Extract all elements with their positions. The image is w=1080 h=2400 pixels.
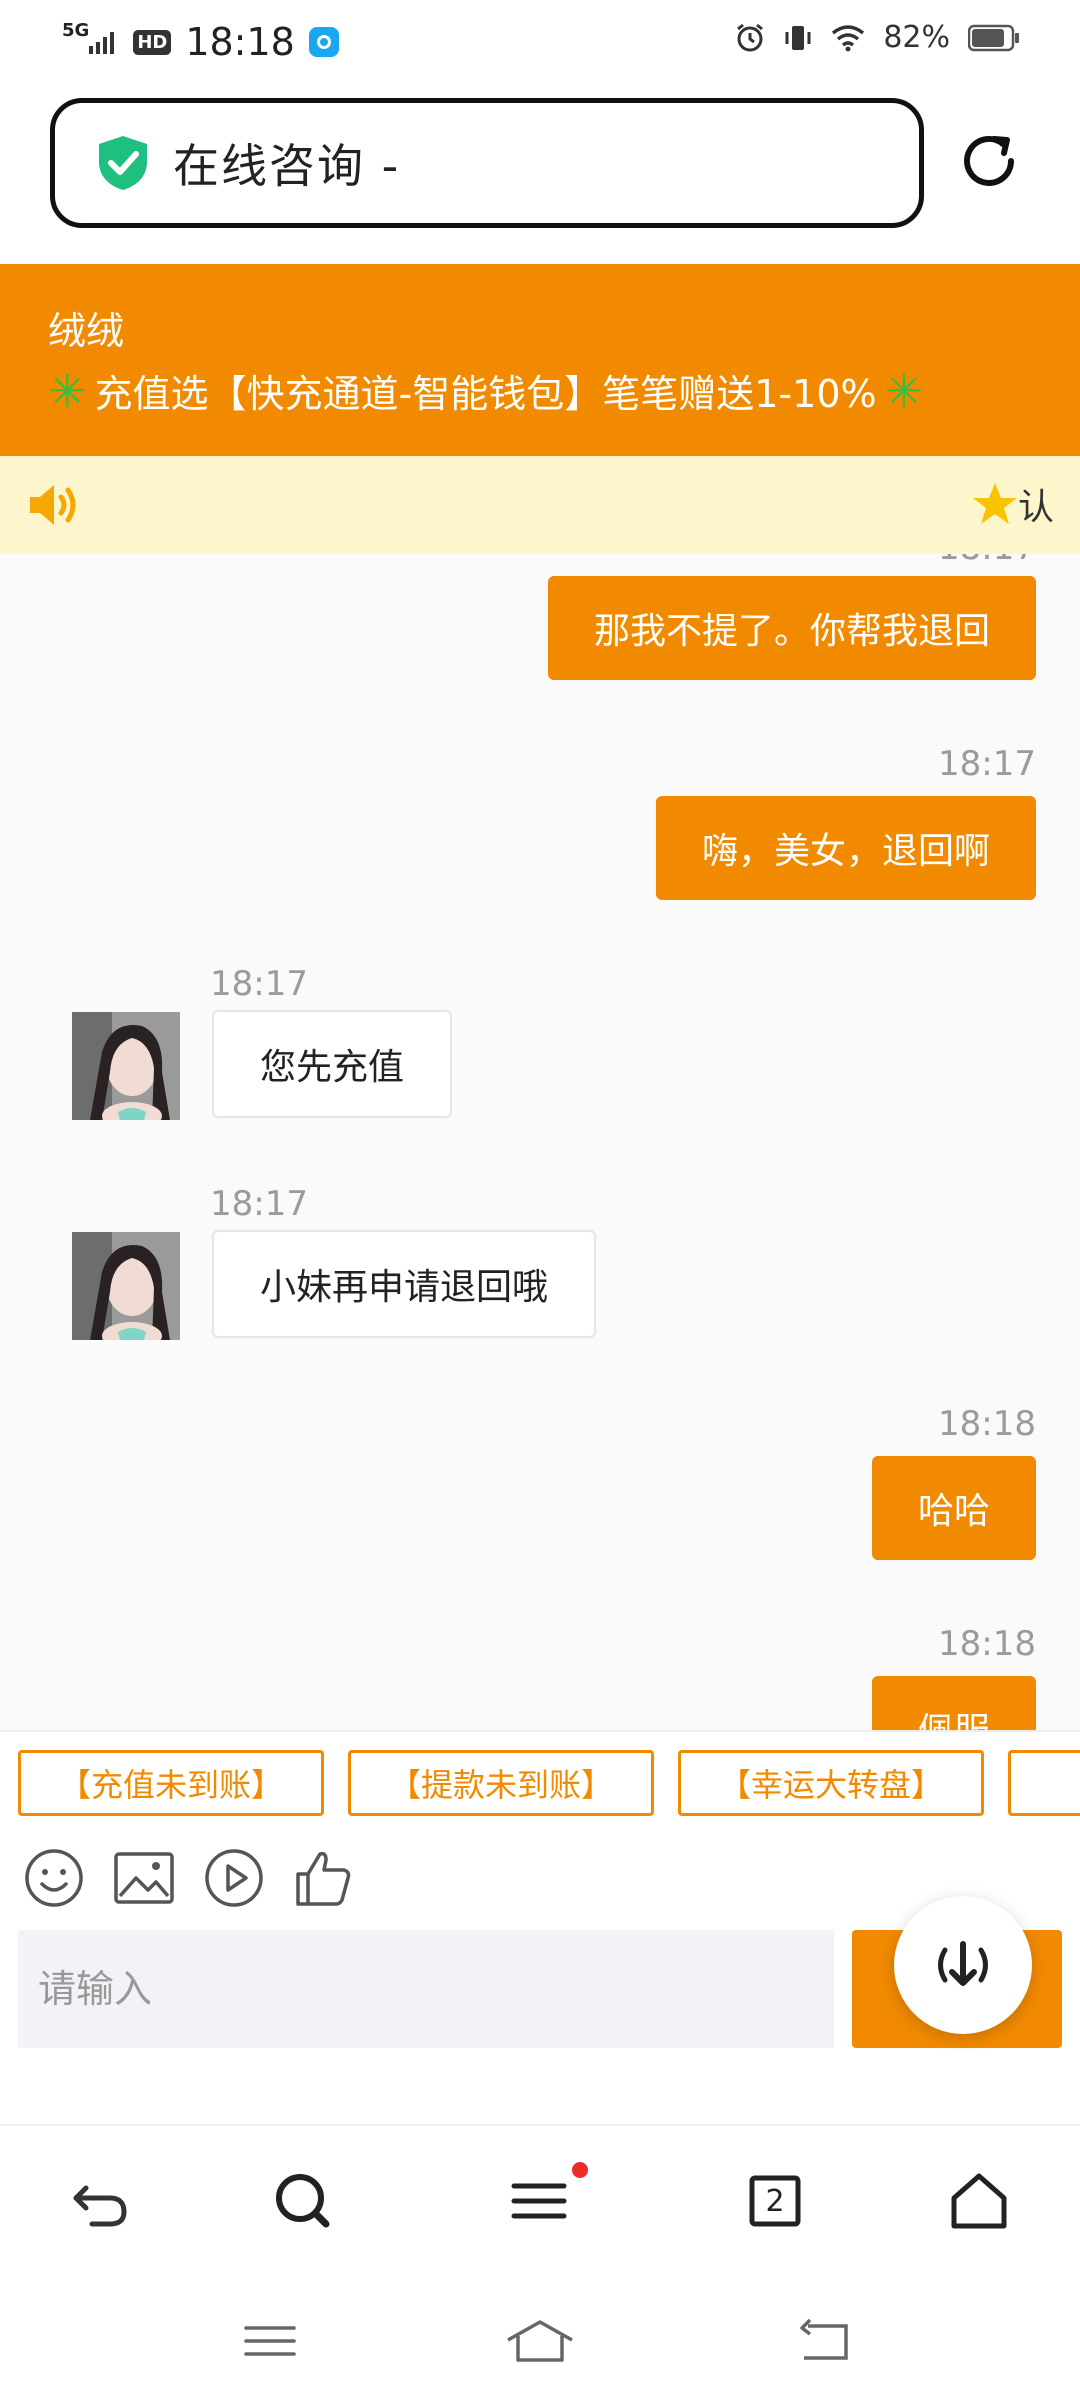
quick-button-lucky-wheel[interactable]: 【幸运大转盘】	[678, 1750, 984, 1816]
message-timestamp: 18:17	[938, 554, 1036, 568]
system-back-icon[interactable]	[794, 2316, 854, 2366]
outgoing-message[interactable]: 那我不提了。你帮我退回	[547, 576, 1036, 680]
signal-icon	[89, 32, 115, 54]
star-icon	[972, 483, 1017, 524]
notice-bar: 认	[0, 456, 1080, 554]
battery-percent: 82%	[883, 20, 950, 55]
network-label: 5G	[62, 19, 90, 41]
video-icon[interactable]	[202, 1846, 266, 1910]
menu-icon	[511, 2183, 567, 2219]
sparkle-icon: ✳	[48, 363, 87, 418]
incoming-message[interactable]: 您先充值	[212, 1010, 453, 1118]
address-bar[interactable]: 在线咨询 -	[50, 98, 924, 228]
notice-text-area: 认	[972, 478, 1054, 530]
thumbs-up-icon[interactable]	[292, 1846, 356, 1910]
message-timestamp: 18:17	[210, 1184, 308, 1224]
sparkle-icon: ✳	[884, 363, 924, 418]
speaker-icon	[30, 485, 76, 525]
system-home-icon[interactable]	[504, 2316, 576, 2366]
vibrate-icon	[785, 25, 811, 50]
tabs-button[interactable]: 2	[740, 2166, 810, 2236]
wifi-icon	[832, 24, 865, 51]
reload-icon[interactable]	[954, 126, 1024, 196]
clock: 18:18	[185, 20, 295, 64]
search-icon[interactable]	[268, 2166, 338, 2236]
promo-banner: 绒绒 ✳ 充值选【快充通道-智能钱包】笔笔赠送1-10% ✳	[0, 264, 1080, 456]
menu-button[interactable]	[504, 2162, 588, 2236]
avatar[interactable]	[72, 1012, 180, 1120]
quick-button-deposit-issue[interactable]: 【充值未到账】	[18, 1750, 324, 1816]
back-icon[interactable]	[66, 2166, 136, 2236]
browser-bottom-nav: 2	[0, 2126, 1080, 2276]
notice-text: 认	[1017, 487, 1054, 528]
browser-notification-icon	[308, 27, 339, 57]
promo-line: ✳ 充值选【快充通道-智能钱包】笔笔赠送1-10% ✳	[48, 363, 1080, 418]
recents-icon[interactable]	[240, 2316, 300, 2366]
notification-dot	[572, 2162, 588, 2178]
message-timestamp: 18:17	[938, 744, 1036, 784]
system-navigation-bar	[0, 2276, 1080, 2400]
outgoing-message[interactable]: 哈哈	[871, 1456, 1036, 1560]
image-icon[interactable]	[112, 1846, 176, 1910]
browser-address-area: 在线咨询 -	[0, 86, 1080, 264]
emoji-icon[interactable]	[22, 1846, 86, 1910]
avatar-image	[72, 1232, 180, 1340]
quick-reply-bar: 【充值未到账】 【提款未到账】 【幸运大转盘】	[0, 1730, 1080, 1830]
message-input[interactable]	[18, 1930, 834, 2048]
page-title: 在线咨询 -	[173, 139, 401, 193]
avatar-image	[72, 1012, 180, 1120]
message-timestamp: 18:18	[938, 1624, 1036, 1664]
quick-button-more[interactable]	[1008, 1750, 1080, 1816]
incoming-message[interactable]: 小妹再申请退回哦	[212, 1230, 597, 1338]
promo-text: 充值选【快充通道-智能钱包】笔笔赠送1-10%	[94, 372, 877, 416]
outgoing-message[interactable]: 嗨，美女，退回啊	[655, 796, 1036, 900]
chat-area[interactable]: 18:17 那我不提了。你帮我退回 18:17 嗨，美女，退回啊 18:17 您…	[0, 554, 1080, 1730]
outgoing-message[interactable]: 佩服	[871, 1676, 1036, 1730]
message-timestamp: 18:18	[938, 1404, 1036, 1444]
home-icon[interactable]	[944, 2166, 1014, 2236]
agent-name: 绒绒	[48, 309, 125, 353]
shield-check-icon	[99, 136, 147, 190]
avatar[interactable]	[72, 1232, 180, 1340]
hd-badge: HD	[133, 29, 172, 55]
quick-button-withdraw-issue[interactable]: 【提款未到账】	[348, 1750, 654, 1816]
message-timestamp: 18:17	[210, 964, 308, 1004]
status-bar: 5G HD 18:18 82%	[0, 0, 1080, 86]
tabs-count: 2	[765, 2183, 785, 2219]
battery-icon	[968, 24, 1019, 51]
alarm-icon	[737, 23, 764, 51]
floating-download-button[interactable]	[894, 1896, 1032, 2034]
download-signal-icon	[938, 1941, 988, 1986]
